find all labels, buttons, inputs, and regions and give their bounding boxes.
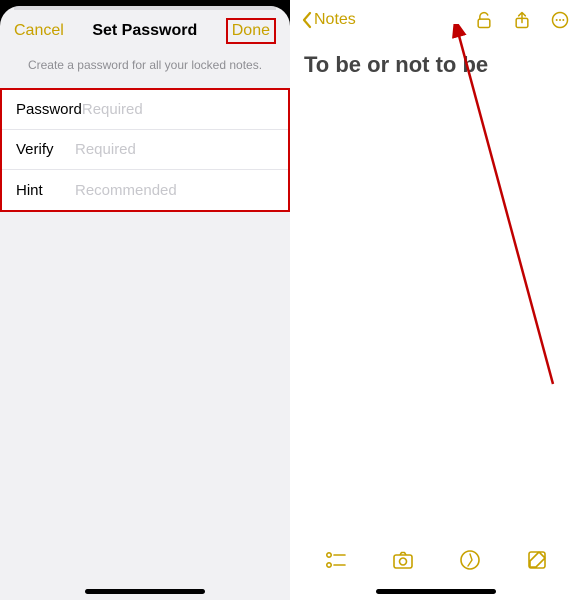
modal-title: Set Password	[92, 22, 197, 40]
set-password-sheet: Cancel Set Password Done Create a passwo…	[0, 6, 290, 600]
home-indicator	[85, 589, 205, 594]
more-icon[interactable]	[550, 10, 570, 30]
modal-nav: Cancel Set Password Done	[0, 6, 290, 52]
share-icon[interactable]	[512, 10, 532, 30]
back-button[interactable]: Notes	[302, 11, 356, 29]
verify-label: Verify	[16, 141, 75, 158]
password-input[interactable]	[82, 101, 281, 118]
nav-icons	[474, 10, 570, 30]
back-label: Notes	[314, 11, 356, 29]
verify-row: Verify	[2, 130, 288, 170]
bottom-toolbar	[290, 548, 582, 572]
lock-open-icon[interactable]	[474, 10, 494, 30]
password-row: Password	[2, 90, 288, 130]
password-label: Password	[16, 101, 82, 118]
camera-icon[interactable]	[391, 548, 415, 572]
draw-icon[interactable]	[458, 548, 482, 572]
cancel-button[interactable]: Cancel	[14, 22, 64, 40]
note-title[interactable]: To be or not to be	[290, 36, 582, 94]
verify-input[interactable]	[75, 141, 274, 158]
password-form: Password Verify Hint	[0, 88, 290, 212]
home-indicator	[376, 589, 496, 594]
note-nav: Notes	[290, 0, 582, 36]
hint-row: Hint	[2, 170, 288, 210]
modal-subtitle: Create a password for all your locked no…	[0, 52, 290, 88]
note-view: Notes To be or not to be	[290, 0, 582, 600]
chevron-left-icon	[302, 11, 312, 29]
done-button[interactable]: Done	[226, 18, 276, 44]
hint-label: Hint	[16, 182, 75, 199]
compose-icon[interactable]	[525, 548, 549, 572]
hint-input[interactable]	[75, 182, 274, 199]
checklist-icon[interactable]	[324, 548, 348, 572]
